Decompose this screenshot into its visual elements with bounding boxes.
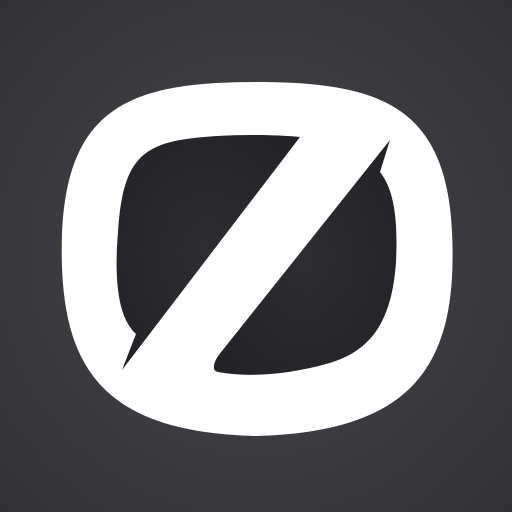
app-icon — [0, 0, 512, 512]
slashed-o-logo-icon — [61, 82, 453, 436]
